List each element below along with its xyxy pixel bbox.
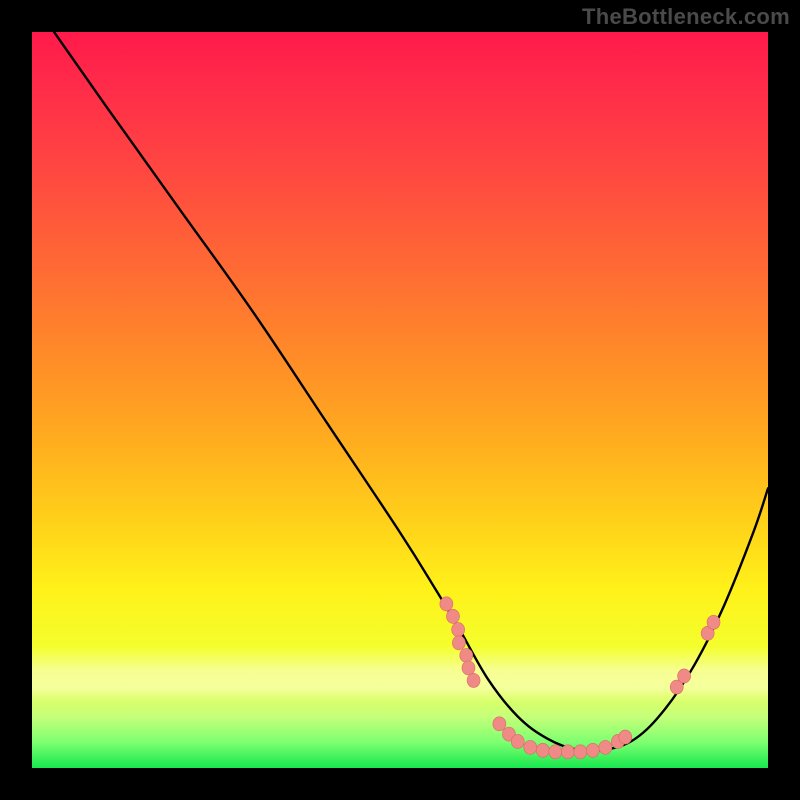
chart-frame: TheBottleneck.com bbox=[0, 0, 800, 800]
plot-gradient-area bbox=[32, 32, 768, 768]
watermark-label: TheBottleneck.com bbox=[582, 4, 790, 30]
